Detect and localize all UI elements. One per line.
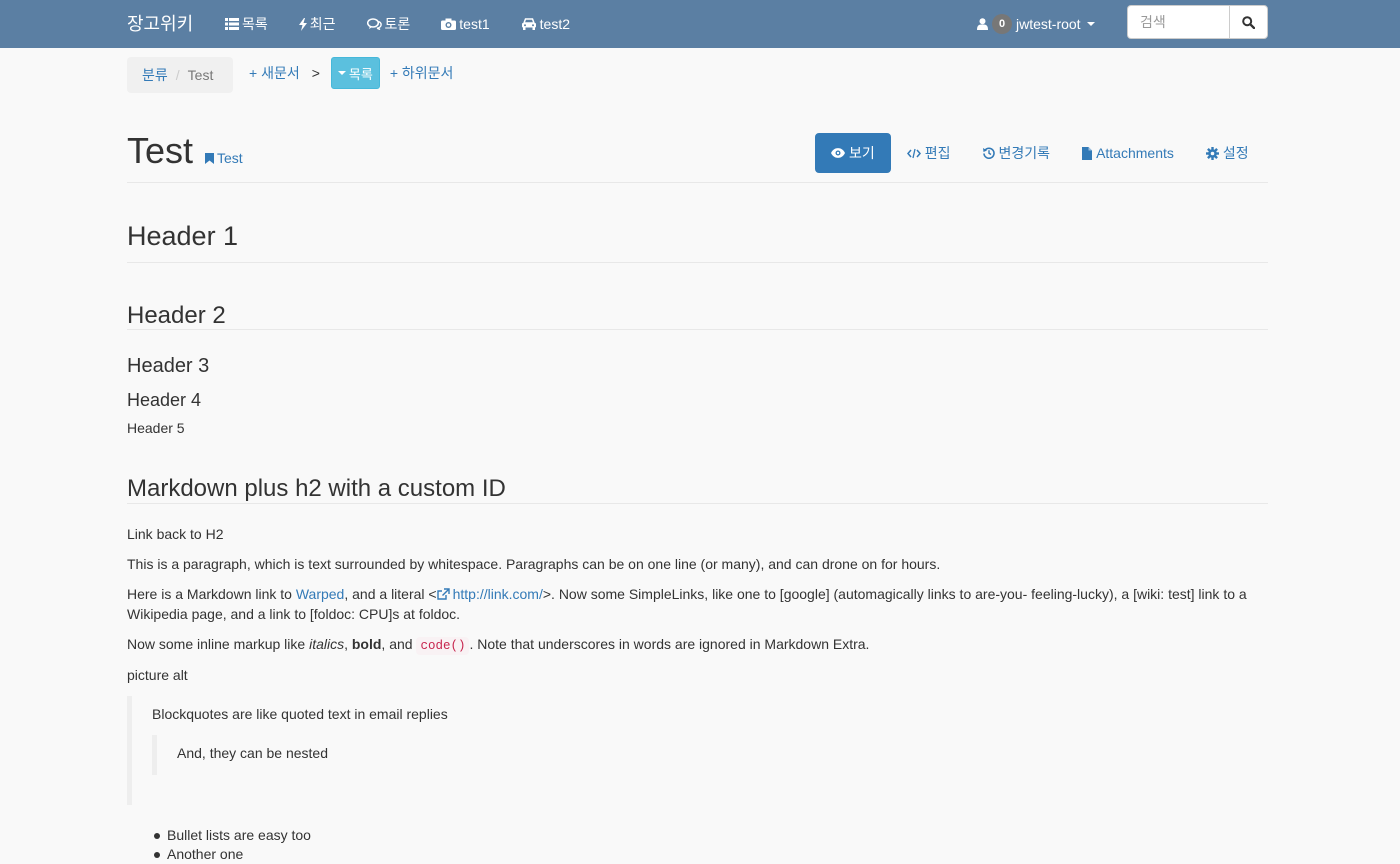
file-icon bbox=[1082, 146, 1093, 160]
italic-text: italics bbox=[309, 636, 345, 652]
breadcrumb-arrow: > bbox=[311, 65, 320, 81]
user-menu-dropdown[interactable]: 0 jwtest-root bbox=[977, 0, 1095, 48]
list-item: Bullet lists are easy too bbox=[154, 826, 311, 845]
external-link[interactable]: http://link.com/ bbox=[436, 586, 543, 602]
content-heading-2: Header 2 bbox=[127, 302, 226, 329]
content-heading-4: Header 4 bbox=[127, 390, 202, 410]
caret-down-icon bbox=[1086, 22, 1095, 26]
list-item-text: Bullet lists are easy too bbox=[167, 827, 311, 843]
camera-icon bbox=[441, 18, 457, 30]
navbar: 장고위키 목록 최근 토론 test1 test2 0 jwtest-root bbox=[0, 0, 1400, 48]
text: , and a literal < bbox=[344, 586, 437, 602]
text: . Note that underscores in words are ign… bbox=[469, 636, 870, 652]
bullet-list: Bullet lists are easy too Another one bbox=[154, 826, 311, 864]
tab-label: Attachments bbox=[1096, 145, 1174, 161]
nav-item-test1[interactable]: test1 bbox=[441, 16, 490, 32]
brand-link[interactable]: 장고위키 bbox=[127, 10, 193, 36]
caret-down-icon bbox=[337, 71, 346, 75]
picture-alt-text: picture alt bbox=[127, 667, 188, 683]
breadcrumb: 분류 / Test bbox=[127, 57, 233, 93]
bolt-icon bbox=[298, 17, 307, 31]
text: , and bbox=[381, 636, 417, 652]
nav-item-label: test1 bbox=[459, 16, 490, 32]
user-icon bbox=[977, 18, 988, 30]
nested-blockquote: And, they can be nested bbox=[152, 735, 1152, 775]
tab-history[interactable]: 변경기록 bbox=[967, 133, 1067, 173]
page-tag-label: Test bbox=[217, 150, 243, 166]
list-dropdown-button[interactable]: 목록 bbox=[330, 57, 380, 89]
comments-icon bbox=[366, 18, 382, 30]
history-icon bbox=[982, 147, 995, 159]
eye-icon bbox=[831, 148, 845, 158]
tab-label: 보기 bbox=[849, 145, 875, 161]
paragraph-inline-markup: Now some inline markup like italics, bol… bbox=[127, 634, 1268, 656]
notification-badge: 0 bbox=[992, 14, 1012, 34]
list-icon bbox=[225, 18, 239, 30]
paragraph-links: Here is a Markdown link to Warped, and a… bbox=[127, 584, 1268, 624]
page-tabs: 보기 편집 변경기록 Attachments 설정 bbox=[815, 133, 1265, 173]
nav-item-label: 최근 bbox=[309, 16, 336, 32]
tab-label: 변경기록 bbox=[998, 145, 1051, 161]
header-divider bbox=[127, 182, 1268, 183]
bullet-dot bbox=[154, 832, 160, 839]
content-heading-custom-id: Markdown plus h2 with a custom ID bbox=[127, 475, 506, 502]
nav-item-test2[interactable]: test2 bbox=[521, 16, 570, 32]
external-link-label: http://link.com/ bbox=[452, 586, 543, 602]
nav-item-label: 토론 bbox=[384, 16, 411, 32]
nav-item-label: 목록 bbox=[242, 16, 268, 32]
content-heading-5: Header 5 bbox=[127, 420, 185, 436]
content-heading-1: Header 1 bbox=[127, 221, 239, 251]
bold-text: bold bbox=[351, 636, 382, 652]
nav-item-label: test2 bbox=[539, 16, 571, 32]
new-document-link[interactable]: + 새문서 bbox=[249, 63, 300, 83]
content-heading-3: Header 3 bbox=[127, 355, 210, 377]
paragraph: This is a paragraph, which is text surro… bbox=[127, 556, 941, 572]
nav-item-list[interactable]: 목록 bbox=[225, 14, 268, 34]
breadcrumb-category-link[interactable]: 분류 bbox=[142, 65, 168, 85]
heading-divider bbox=[127, 262, 1268, 263]
text: , bbox=[344, 636, 352, 652]
text: Now some inline markup like bbox=[127, 636, 310, 652]
inline-code: code() bbox=[416, 637, 470, 655]
nav-item-recent[interactable]: 최근 bbox=[298, 14, 336, 34]
username: jwtest-root bbox=[1016, 16, 1081, 32]
nested-blockquote-text: And, they can be nested bbox=[177, 745, 328, 761]
tab-label: 편집 bbox=[924, 145, 951, 161]
tab-attachments[interactable]: Attachments bbox=[1066, 133, 1190, 173]
search-button[interactable] bbox=[1229, 5, 1268, 39]
list-item-text: Another one bbox=[167, 846, 244, 862]
list-item: Another one bbox=[154, 845, 311, 864]
page-tag-link[interactable]: Test bbox=[205, 150, 243, 166]
breadcrumb-current: Test bbox=[187, 67, 214, 83]
gear-icon bbox=[1205, 146, 1219, 160]
text: Here is a Markdown link to bbox=[127, 586, 296, 602]
search-icon bbox=[1242, 15, 1255, 29]
list-button-label: 목록 bbox=[348, 66, 373, 82]
tab-view[interactable]: 보기 bbox=[815, 133, 891, 173]
external-link-icon bbox=[436, 588, 450, 600]
tab-label: 설정 bbox=[1222, 145, 1249, 161]
document-actions: + 새문서 > 목록 + 하위문서 bbox=[249, 57, 453, 89]
warped-link[interactable]: Warped bbox=[296, 586, 345, 602]
search-form bbox=[1127, 5, 1268, 39]
tab-edit[interactable]: 편집 bbox=[891, 133, 967, 173]
nav-links: 목록 최근 토론 test1 test2 bbox=[225, 0, 601, 48]
search-input[interactable] bbox=[1127, 5, 1229, 39]
page-title: Test bbox=[127, 130, 194, 171]
bookmark-icon bbox=[205, 152, 214, 164]
car-icon bbox=[521, 18, 536, 30]
blockquote: Blockquotes are like quoted text in emai… bbox=[127, 696, 1268, 805]
heading-divider bbox=[127, 503, 1268, 504]
bullet-dot bbox=[154, 851, 160, 858]
code-icon bbox=[906, 148, 921, 158]
tab-settings[interactable]: 설정 bbox=[1190, 133, 1265, 173]
breadcrumb-separator: / bbox=[175, 67, 180, 83]
nav-item-discussion[interactable]: 토론 bbox=[366, 14, 411, 34]
sub-document-link[interactable]: + 하위문서 bbox=[390, 63, 454, 83]
link-back-to-h2[interactable]: Link back to H2 bbox=[127, 524, 224, 544]
blockquote-text: Blockquotes are like quoted text in emai… bbox=[152, 706, 448, 722]
heading-divider bbox=[127, 329, 1268, 330]
